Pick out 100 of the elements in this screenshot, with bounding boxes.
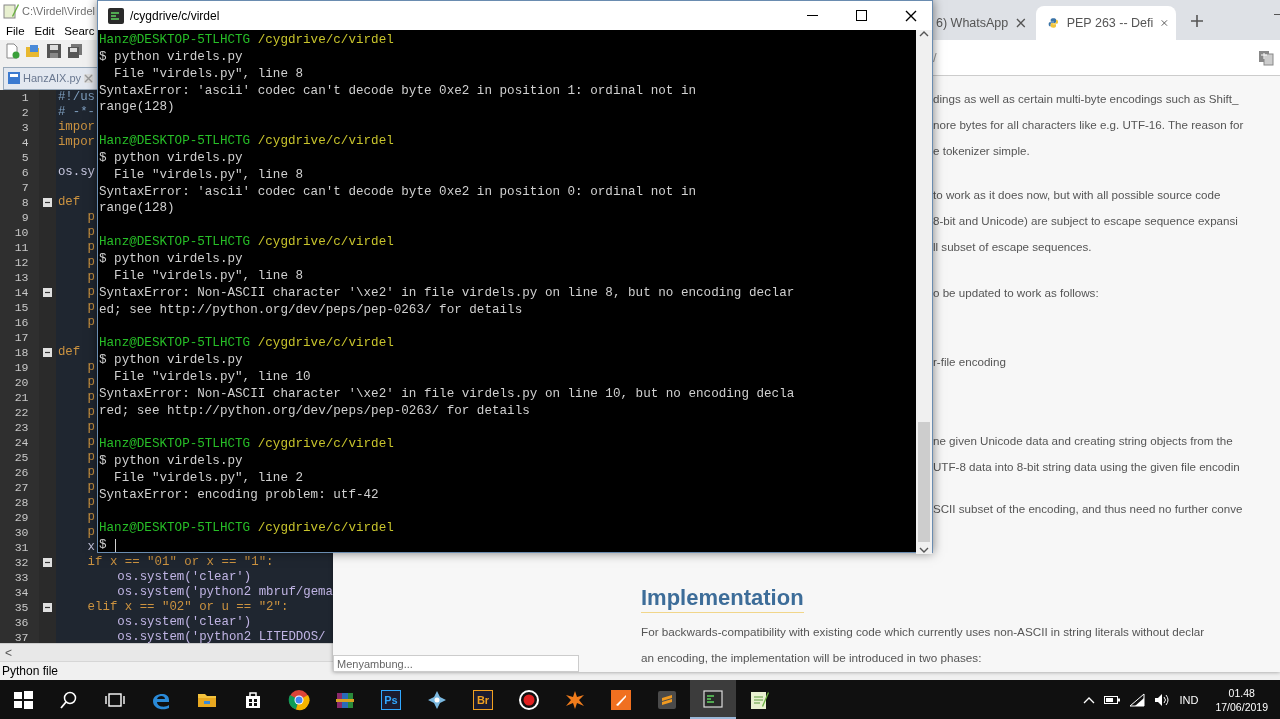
window-title: /cygdrive/c/virdel	[130, 8, 221, 23]
code-line: os.system('python2 LITEDDOS/	[116, 629, 326, 644]
clock-date[interactable]: 17/06/2019	[1215, 699, 1268, 714]
menu-item[interactable]: Edit	[34, 24, 55, 37]
line-number: 7	[20, 179, 30, 195]
file-tab[interactable]: HanzAIX.py	[3, 66, 99, 90]
menu-item[interactable]: File	[6, 24, 25, 37]
chevron-up-icon[interactable]	[1083, 695, 1096, 704]
code-line: os.system('python2 mbruf/gema	[116, 584, 333, 600]
file-type-label: Python file	[2, 664, 59, 679]
paragraph-line: dings as well as certain multi-byte encodings such as Shift_	[933, 91, 1240, 107]
terminal-output: $ python virdels.py	[99, 453, 243, 470]
terminal-output: File "virdels.py", line 8	[113, 166, 304, 184]
paragraph-line: e tokenizer simple.	[933, 143, 1031, 159]
menu-item[interactable]: Searc	[64, 24, 95, 37]
line-number: 25	[13, 449, 30, 465]
code-line: p	[86, 524, 96, 540]
file-icon	[8, 72, 20, 85]
code-line: # -*-	[57, 104, 96, 120]
terminal-icon	[702, 687, 724, 710]
line-number: 18	[13, 344, 30, 360]
folder-icon[interactable]	[25, 43, 41, 60]
terminal-output: File "virdels.py", line 8	[113, 267, 304, 285]
new-tab-icon[interactable]	[1190, 14, 1204, 28]
app-badge-icon: Br	[473, 689, 493, 710]
terminal-output: SyntaxError: 'ascii' codec can't decode byte 0xe2 in position 1: ordinal not in	[99, 82, 697, 100]
scroll-up-icon[interactable]	[919, 30, 929, 38]
code-line: impor	[57, 134, 96, 150]
python-logo-icon	[1048, 15, 1059, 31]
line-number: 37	[13, 629, 30, 644]
paragraph-line: o be updated to work as follows:	[933, 285, 1100, 301]
code-line: p	[86, 464, 96, 480]
code-line: p	[86, 209, 96, 225]
fold-collapse-icon[interactable]	[42, 557, 52, 567]
speaker-icon[interactable]	[1154, 692, 1171, 707]
section-heading: Implementation	[641, 584, 804, 613]
paragraph-line: nore bytes for all characters like e.g. UTF-16. The reason for	[933, 117, 1245, 133]
code-line: p	[86, 389, 96, 405]
paragraph-line: to work as it does now, but with all possible source code	[933, 187, 1222, 203]
code-line: def	[57, 194, 81, 210]
scroll-down-icon[interactable]	[919, 546, 929, 555]
battery-icon[interactable]	[1104, 694, 1121, 705]
scroll-left-arrow[interactable]: <	[0, 645, 12, 660]
line-number: 31	[13, 539, 30, 555]
save-icon[interactable]	[46, 43, 62, 60]
line-number: 12	[13, 254, 30, 270]
code-line: p	[86, 284, 96, 300]
line-number: 11	[13, 239, 30, 255]
paragraph-line: 8-bit and Unicode) are subject to escape sequence expansi	[933, 213, 1239, 229]
code-line: p	[86, 359, 96, 375]
code-line: elif x == "02" or u == "2":	[86, 599, 289, 615]
code-line: p	[86, 269, 96, 285]
code-line: p	[86, 479, 96, 495]
fold-collapse-icon[interactable]	[42, 602, 52, 612]
clock-time[interactable]: 01.48	[1228, 685, 1255, 700]
prompt-path: /cygdrive/c/virdel	[257, 520, 394, 538]
scrollbar-thumb[interactable]	[918, 422, 930, 543]
paragraph-line: ne given Unicode data and creating string objects from the	[933, 433, 1234, 449]
line-number: 30	[13, 524, 30, 540]
line-number: 3	[20, 119, 30, 135]
terminal-output: $ python virdels.py	[99, 352, 243, 369]
code-line: os.system('clear')	[116, 614, 252, 630]
wifi-icon[interactable]	[1129, 692, 1146, 707]
line-number: 33	[13, 569, 30, 585]
fold-collapse-icon[interactable]	[42, 347, 52, 357]
line-number: 13	[13, 269, 30, 285]
translate-icon[interactable]	[1258, 49, 1274, 66]
text-cursor	[114, 539, 116, 553]
terminal-output: SyntaxError: encoding problem: utf-42	[99, 486, 379, 504]
terminal-output: $ python virdels.py	[99, 250, 243, 268]
fold-collapse-icon[interactable]	[42, 197, 52, 207]
code-line: x	[86, 539, 96, 555]
notepad-icon	[3, 2, 19, 19]
fold-collapse-icon[interactable]	[42, 287, 52, 297]
code-line: p	[86, 299, 96, 315]
line-number: 19	[13, 359, 30, 375]
save-all-icon[interactable]	[67, 43, 83, 60]
prompt-path: /cygdrive/c/virdel	[257, 335, 394, 353]
line-number: 8	[20, 194, 30, 210]
maximize-icon[interactable]	[856, 10, 867, 21]
code-line: #!/us	[57, 89, 96, 105]
terminal-output: File "virdels.py", line 8	[113, 65, 304, 83]
code-line: p	[86, 224, 96, 240]
line-number: 24	[13, 434, 30, 450]
browser-tab[interactable]: PEP 263 -- Defi	[1036, 6, 1176, 40]
line-number: 26	[13, 464, 30, 480]
paragraph-line: r-file encoding	[933, 354, 1007, 370]
terminal-output: SyntaxError: Non-ASCII character '\xe2' in file virdels.py on line 8, but no encoding declar	[99, 284, 795, 302]
loading-status: Menyambung...	[333, 655, 579, 672]
code-line: p	[86, 254, 96, 270]
browser-tab[interactable]: 6) WhatsApp	[934, 6, 1034, 40]
line-number: 28	[13, 494, 30, 510]
line-number: 9	[20, 209, 30, 225]
prompt-path: /cygdrive/c/virdel	[257, 436, 394, 454]
new-file-icon[interactable]	[4, 43, 20, 60]
line-number: 23	[13, 419, 30, 435]
close-icon[interactable]	[904, 9, 917, 22]
language-indicator[interactable]: IND	[1179, 693, 1199, 706]
app-badge-icon: Ps	[381, 689, 401, 710]
line-number: 21	[13, 389, 30, 405]
